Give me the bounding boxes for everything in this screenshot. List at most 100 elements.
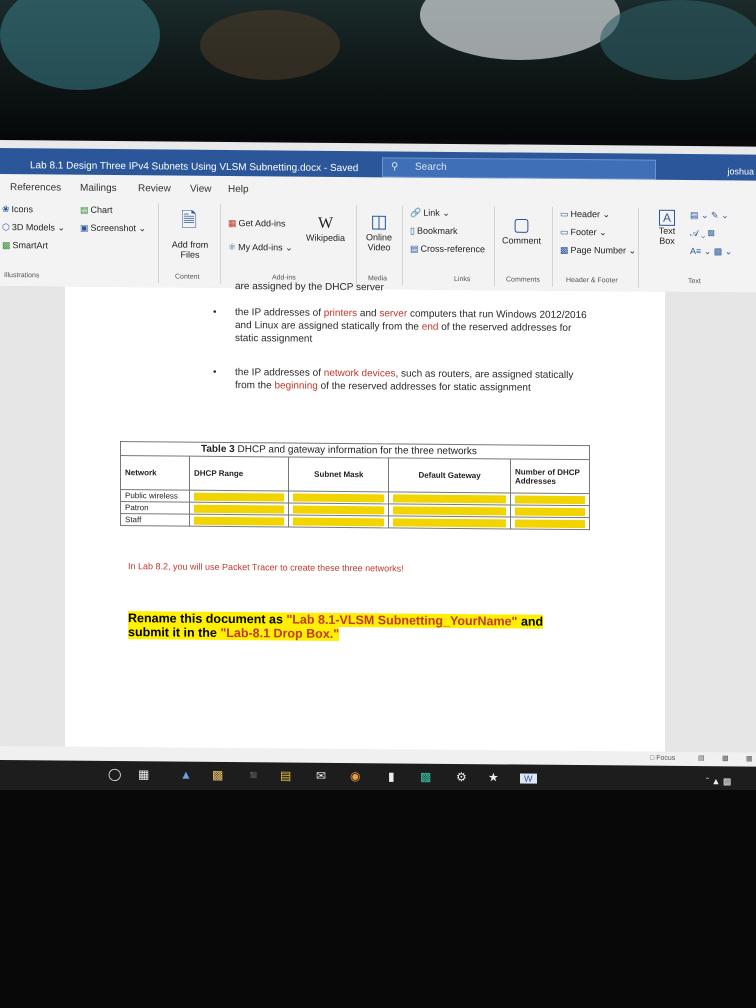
table-cell[interactable] (510, 516, 590, 530)
app-icon[interactable]: ★ (488, 770, 499, 784)
comment-button[interactable]: ▢ Comment (502, 214, 541, 245)
table-cell[interactable] (189, 514, 289, 528)
my-addins-label: My Add-ins (238, 242, 283, 253)
mail-icon[interactable]: ✉ (316, 769, 326, 783)
word-icon[interactable]: W (520, 773, 537, 784)
divider (158, 203, 159, 284)
tab-help[interactable]: Help (228, 184, 249, 195)
table-cell[interactable] (288, 503, 389, 516)
footer-button[interactable]: ▭ Footer ⌄ (560, 227, 607, 239)
table-cell[interactable] (189, 502, 289, 516)
table-header-row: Network DHCP Range Subnet Mask Default G… (120, 455, 590, 494)
store-icon[interactable]: ▩ (212, 768, 223, 782)
app-icon[interactable]: ▮ (388, 769, 395, 783)
row-label: Staff (120, 513, 190, 527)
bullet1-end: end (421, 321, 439, 333)
wikipedia-button[interactable]: W Wikipedia (306, 215, 345, 243)
bullet2-network-devices: network devices (323, 367, 396, 380)
header-button[interactable]: ▭ Header ⌄ (560, 209, 610, 221)
table-cell[interactable] (388, 491, 511, 505)
ribbon: ❀ Icons ⬡ 3D Models ⌄ ▩ SmartArt ▤ Chart ▣ Sc… (0, 198, 756, 294)
comment-label: Comment (502, 235, 542, 246)
bullet-item: • the IP addresses of printers and serve… (213, 306, 590, 348)
table-cell[interactable] (288, 515, 389, 528)
add-from-files-button[interactable]: 🗎 Add from Files (166, 205, 214, 260)
table-cell[interactable] (510, 504, 590, 518)
app-icon[interactable]: ⚙ (456, 770, 467, 784)
3d-models-label: 3D Models (11, 222, 55, 233)
screenshot-button[interactable]: ▣ Screenshot ⌄ (80, 223, 146, 235)
bookmark-button[interactable]: ▯ Bookmark (410, 226, 457, 238)
bullet-item: • the IP addresses of network devices, s… (213, 366, 575, 395)
wikipedia-label: Wikipedia (306, 232, 346, 244)
chart-icon: ▤ (80, 204, 89, 215)
wordart-icon[interactable]: 𝒜 ⌄ ▩ (690, 228, 715, 239)
link-button[interactable]: 🔗 Link ⌄ (410, 208, 450, 219)
icons-button[interactable]: ❀ Icons (2, 204, 33, 215)
tab-references[interactable]: References (10, 182, 61, 193)
system-tray-icons[interactable]: ˆ ▲ ▩ (706, 776, 731, 787)
search-box[interactable]: ⚲ Search (382, 157, 656, 180)
text-box-button[interactable]: A Text Box (652, 209, 682, 246)
bullet1-pre: the IP addresses of (235, 307, 324, 319)
link-icon: 🔗 (410, 207, 422, 218)
focus-icon: □ (650, 754, 655, 762)
print-layout-icon[interactable]: ▩ (722, 754, 729, 762)
bullet1-mid1: and (357, 308, 380, 320)
divider (494, 206, 495, 287)
header-subnet-mask: Subnet Mask (288, 457, 389, 492)
table-cell[interactable] (388, 515, 511, 529)
top-line-text: are assigned by the DHCP server (235, 281, 384, 294)
table-caption-bold: Table 3 (201, 443, 235, 456)
my-addins-button[interactable]: ⚛ My Add-ins ⌄ (228, 242, 293, 254)
divider (356, 205, 357, 286)
get-addins-button[interactable]: ▦ Get Add-ins (228, 218, 286, 230)
add-from-files-label: Add from Files (171, 239, 209, 260)
bookmark-icon: ▯ (410, 225, 415, 236)
chart-button[interactable]: ▤ Chart (80, 205, 113, 216)
tab-view[interactable]: View (190, 184, 212, 195)
table-cell[interactable] (189, 490, 289, 504)
table-cell[interactable] (510, 492, 590, 506)
cross-reference-button[interactable]: ▤ Cross-reference (410, 244, 485, 256)
monitor-screen: Lab 8.1 Design Three IPv4 Subnets Using … (0, 140, 756, 797)
bullet1-printers: printers (323, 307, 358, 320)
flower-blob (420, 0, 620, 60)
text-box-label: Text Box (658, 225, 676, 246)
user-name[interactable]: joshua (727, 166, 754, 176)
get-addins-label: Get Add-ins (238, 218, 286, 229)
rename-pre: Rename this document as (128, 611, 287, 627)
read-mode-icon[interactable]: ▤ (698, 754, 705, 762)
cortana-icon[interactable]: ◯ (108, 767, 121, 781)
bullet-dot: • (213, 366, 217, 378)
chart-label: Chart (90, 204, 113, 215)
quick-parts-icon[interactable]: ▤ ⌄ ✎ ⌄ (690, 210, 729, 221)
chrome-icon[interactable]: ◉ (350, 769, 360, 783)
table-cell[interactable] (388, 503, 511, 517)
cross-reference-label: Cross-reference (420, 243, 486, 255)
edge-icon[interactable]: ◾ (246, 768, 261, 782)
focus-button[interactable]: □ Focus (650, 755, 675, 762)
table-cell[interactable] (288, 491, 389, 504)
page-number-button[interactable]: ▩ Page Number ⌄ (560, 245, 636, 257)
tab-review[interactable]: Review (138, 183, 171, 194)
bookmark-label: Bookmark (416, 225, 458, 236)
group-content: Content (175, 273, 200, 281)
focus-label: Focus (656, 754, 676, 762)
web-layout-icon[interactable]: ▦ (746, 755, 753, 763)
app-icon[interactable]: ▲ (180, 768, 192, 782)
header-label: Header (570, 208, 601, 220)
3d-models-button[interactable]: ⬡ 3D Models ⌄ (2, 222, 65, 234)
addins-icon: ⚛ (228, 242, 237, 253)
smartart-button[interactable]: ▩ SmartArt (2, 240, 48, 252)
file-explorer-icon[interactable]: ▤ (280, 768, 291, 782)
link-label: Link (423, 207, 440, 218)
online-video-button[interactable]: ◫ Online Video (362, 211, 396, 252)
app-icon[interactable]: ▩ (420, 770, 431, 784)
flower-blob (0, 0, 160, 90)
tab-mailings[interactable]: Mailings (80, 183, 117, 194)
drop-cap-icon[interactable]: A≡ ⌄ ▩ ⌄ (690, 246, 732, 257)
screenshot-label: Screenshot (90, 222, 137, 234)
search-icon: ⚲ (391, 161, 399, 173)
task-view-icon[interactable]: ▦ (138, 767, 149, 781)
